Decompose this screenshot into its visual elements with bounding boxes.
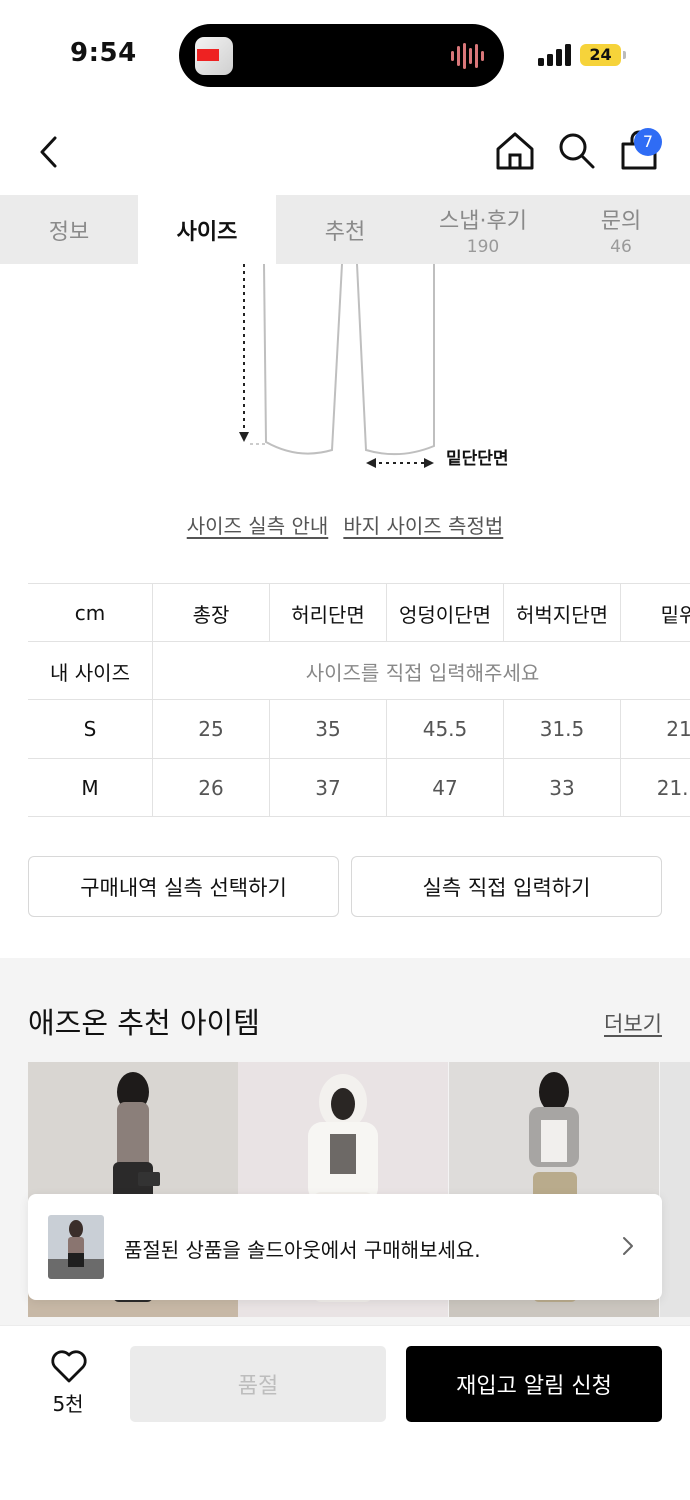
- size-label: S: [83, 717, 97, 741]
- table-cell: 37: [269, 759, 386, 817]
- dynamic-island: [179, 24, 504, 87]
- banner-thumbnail: [48, 1215, 104, 1279]
- product-image[interactable]: [660, 1062, 690, 1317]
- tab-label: 사이즈: [176, 219, 238, 245]
- heart-icon[interactable]: [50, 1348, 88, 1384]
- table-cell: 21: [620, 700, 690, 758]
- status-time: 9:54: [70, 38, 137, 68]
- table-cell: 33: [503, 759, 620, 817]
- direct-input-button[interactable]: 실측 직접 입력하기: [351, 856, 662, 917]
- battery-icon: 24: [580, 44, 626, 66]
- soldout-button[interactable]: 품절: [130, 1346, 386, 1422]
- table-cell: 45.5: [386, 700, 503, 758]
- tab-label: 추천: [324, 219, 366, 245]
- restock-alert-button[interactable]: 재입고 알림 신청: [406, 1346, 662, 1422]
- tab-inquiry[interactable]: 문의 46: [552, 195, 690, 264]
- banner-text: 품절된 상품을 솔드아웃에서 구매해보세요.: [124, 1238, 481, 1262]
- like-count: 5천: [52, 1392, 84, 1416]
- battery-level: 24: [580, 44, 621, 66]
- tab-recommend[interactable]: 추천: [276, 195, 414, 264]
- size-table: cm 총장 허리단면 엉덩이단면 허벅지단면 밑위 내 사이즈 사이즈를 직접 …: [28, 583, 690, 817]
- diagram-label-hem: 밑단단면: [446, 449, 509, 469]
- size-guide-link[interactable]: 사이즈 실측 안내: [187, 510, 329, 539]
- my-size-row: 내 사이즈 사이즈를 직접 입력해주세요: [28, 641, 690, 700]
- table-cell: 47: [386, 759, 503, 817]
- recommend-more-link[interactable]: 더보기: [604, 1008, 662, 1038]
- home-icon[interactable]: [494, 130, 536, 172]
- select-purchase-history-button[interactable]: 구매내역 실측 선택하기: [28, 856, 339, 917]
- status-bar: 9:54 24: [0, 0, 690, 110]
- soldout-promo-banner[interactable]: 품절된 상품을 솔드아웃에서 구매해보세요.: [28, 1194, 662, 1300]
- nav-bar: [0, 110, 690, 195]
- tab-snap-review[interactable]: 스냅·후기 190: [414, 195, 552, 264]
- my-size-input[interactable]: 사이즈를 직접 입력해주세요: [152, 642, 690, 700]
- app-icon: [195, 37, 233, 75]
- bottom-action-bar: 5천 품절 재입고 알림 신청: [0, 1325, 690, 1500]
- cart-count-badge: 7: [634, 128, 662, 156]
- tab-label: 스냅·후기: [439, 208, 527, 234]
- table-row: S 25 35 45.5 31.5 21: [28, 699, 690, 758]
- table-header: 밑위: [620, 584, 690, 642]
- table-row: M 26 37 47 33 21.5: [28, 758, 690, 817]
- table-cell: 21.5: [620, 759, 690, 817]
- size-links: 사이즈 실측 안내 바지 사이즈 측정법: [0, 510, 690, 539]
- size-label: M: [81, 776, 99, 800]
- back-arrow-icon[interactable]: [34, 132, 64, 172]
- table-cell: 25: [152, 700, 269, 758]
- table-header-row: cm 총장 허리단면 엉덩이단면 허벅지단면 밑위: [28, 583, 690, 642]
- audio-wave-icon: [451, 43, 484, 69]
- table-header: 총장: [152, 584, 269, 642]
- tab-label: 문의: [600, 208, 642, 234]
- my-size-label: 내 사이즈: [50, 660, 130, 685]
- pants-size-diagram: [239, 264, 435, 468]
- table-header: 엉덩이단면: [386, 584, 503, 642]
- table-cell: 26: [152, 759, 269, 817]
- table-cell: 35: [269, 700, 386, 758]
- tab-info[interactable]: 정보: [0, 195, 138, 264]
- tab-count: 190: [466, 236, 500, 257]
- pants-measure-link[interactable]: 바지 사이즈 측정법: [343, 510, 503, 539]
- table-cell: 31.5: [503, 700, 620, 758]
- recommend-title: 애즈온 추천 아이템: [28, 1006, 260, 1040]
- cellular-signal-icon: [538, 44, 571, 66]
- chevron-right-icon: [623, 1237, 633, 1255]
- tab-size[interactable]: 사이즈: [138, 195, 276, 264]
- product-tabs: 정보 사이즈 추천 스냅·후기 190 문의 46: [0, 195, 690, 264]
- search-icon[interactable]: [556, 130, 596, 170]
- table-header: 허벅지단면: [503, 584, 620, 642]
- table-header: 허리단면: [269, 584, 386, 642]
- tab-count: 46: [610, 236, 632, 257]
- table-unit: cm: [74, 601, 106, 625]
- tab-label: 정보: [48, 219, 90, 245]
